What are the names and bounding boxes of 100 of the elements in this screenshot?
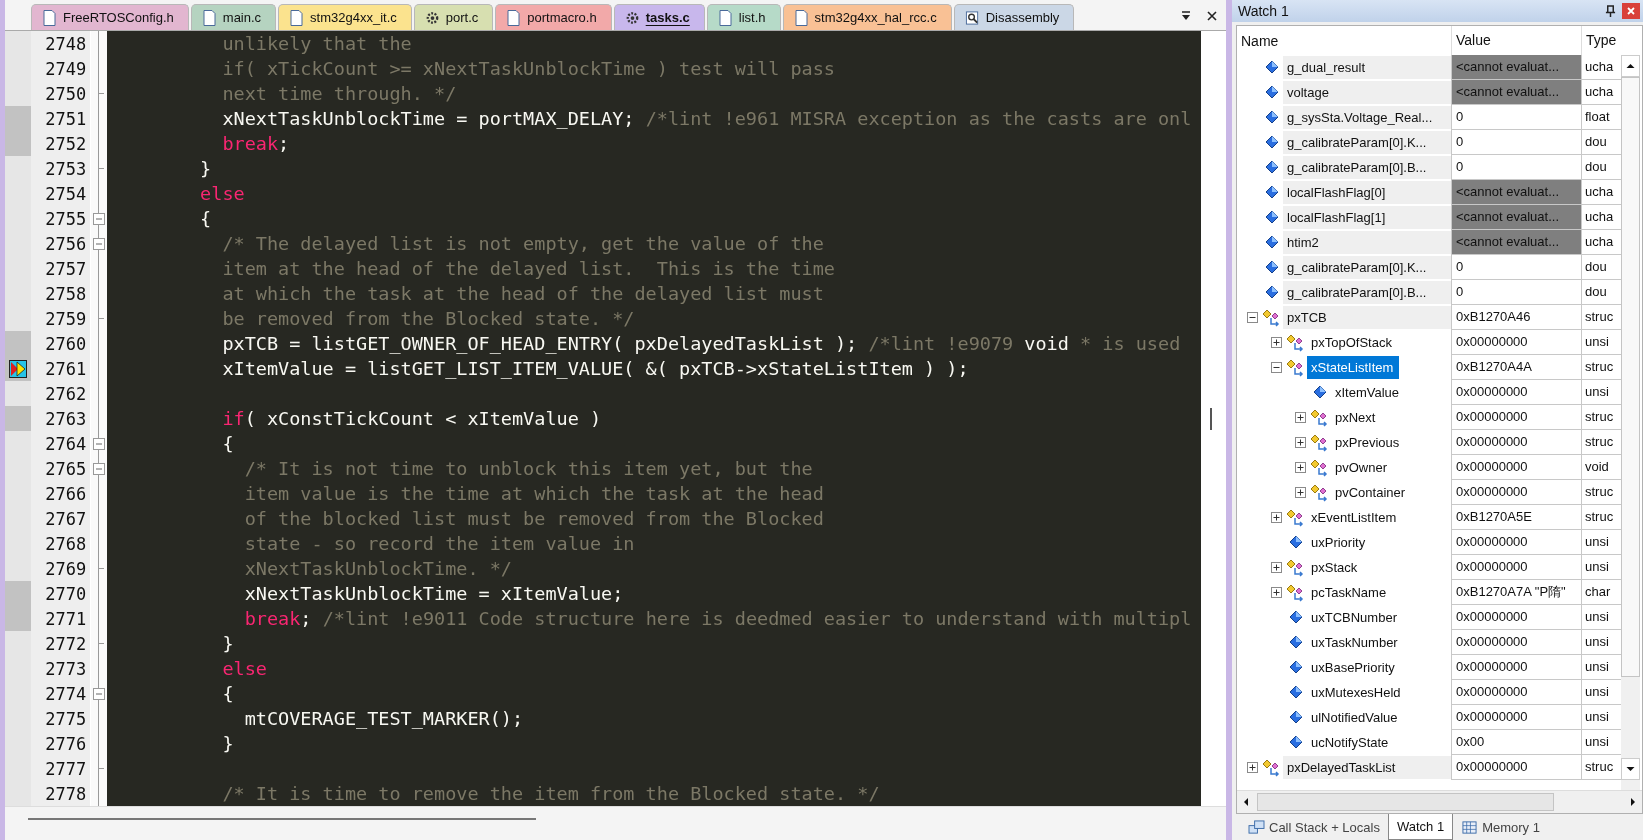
value-cell[interactable]: 0xB1270A7A "P隋" xyxy=(1451,580,1581,605)
pin-icon[interactable] xyxy=(1605,4,1616,18)
struct-icon xyxy=(1310,483,1330,502)
value-cell[interactable]: 0 xyxy=(1451,105,1581,130)
expand-icon[interactable] xyxy=(1295,462,1306,473)
variable-name[interactable]: uxBasePriority xyxy=(1307,656,1451,679)
expand-icon[interactable] xyxy=(1271,337,1282,348)
value-cell[interactable]: 0x00000000 xyxy=(1451,530,1581,555)
scroll-bar[interactable] xyxy=(5,806,1226,840)
panel-tab[interactable]: Memory 1 xyxy=(1453,814,1548,840)
code-line: be removed from the Blocked state. */ xyxy=(221,307,635,331)
value-cell[interactable]: 0x00 xyxy=(1451,730,1581,755)
variable-name[interactable]: pxTCB xyxy=(1283,306,1451,329)
line-number: 2763 xyxy=(44,408,88,429)
file-tab[interactable]: tasks.c xyxy=(613,4,705,30)
value-cell[interactable]: 0x00000000 xyxy=(1451,655,1581,680)
column-header[interactable]: Name xyxy=(1237,32,1451,49)
collapse-icon[interactable] xyxy=(1247,312,1258,323)
variable-name[interactable]: xStateListItem xyxy=(1307,356,1400,379)
variable-name[interactable]: localFlashFlag[0] xyxy=(1283,181,1451,204)
file-tab[interactable]: stm32g4xx_hal_rcc.c xyxy=(782,4,952,30)
variable-name[interactable]: pxStack xyxy=(1307,556,1451,579)
value-cell[interactable]: 0 xyxy=(1451,255,1581,280)
value-cell[interactable]: 0x00000000 xyxy=(1451,455,1581,480)
line-number: 2772 xyxy=(44,633,88,654)
value-cell[interactable]: 0x00000000 xyxy=(1451,555,1581,580)
variable-name[interactable]: pxNext xyxy=(1331,406,1451,429)
file-tab[interactable]: Disassembly xyxy=(953,4,1075,30)
scroll-up-icon[interactable] xyxy=(1621,55,1640,77)
expand-icon[interactable] xyxy=(1271,512,1282,523)
variable-name[interactable]: localFlashFlag[1] xyxy=(1283,206,1451,229)
expand-icon[interactable] xyxy=(1295,437,1306,448)
variable-name[interactable]: g_calibrateParam[0].K... xyxy=(1283,256,1451,279)
value-cell[interactable]: <cannot evaluat... xyxy=(1451,230,1581,255)
line-number: 2776 xyxy=(44,733,88,754)
variable-name[interactable]: ucNotifyState xyxy=(1307,731,1451,754)
panel-tab[interactable]: Call Stack + Locals xyxy=(1240,814,1388,840)
variable-name[interactable]: pvContainer xyxy=(1331,481,1451,504)
variable-name[interactable]: xEventListItem xyxy=(1307,506,1451,529)
value-cell[interactable]: 0x00000000 xyxy=(1451,330,1581,355)
value-cell[interactable]: <cannot evaluat... xyxy=(1451,205,1581,230)
expand-icon[interactable] xyxy=(1271,587,1282,598)
variable-name[interactable]: ulNotifiedValue xyxy=(1307,706,1451,729)
value-cell[interactable]: 0xB1270A5E xyxy=(1451,505,1581,530)
variable-name[interactable]: pcTaskName xyxy=(1307,581,1451,604)
variable-name[interactable]: g_sysSta.Voltage_Real... xyxy=(1283,106,1451,129)
value-cell[interactable]: 0x00000000 xyxy=(1451,480,1581,505)
file-tab[interactable]: port.c xyxy=(413,4,494,30)
file-tab[interactable]: list.h xyxy=(706,4,781,30)
dropdown-icon[interactable] xyxy=(1180,10,1192,22)
variable-name[interactable]: g_calibrateParam[0].B... xyxy=(1283,156,1451,179)
variable-name[interactable]: g_calibrateParam[0].K... xyxy=(1283,131,1451,154)
variable-name[interactable]: pxDelayedTaskList xyxy=(1283,756,1451,779)
expand-icon[interactable] xyxy=(1271,562,1282,573)
value-cell[interactable]: 0x00000000 xyxy=(1451,705,1581,730)
value-cell[interactable]: <cannot evaluat... xyxy=(1451,80,1581,105)
file-tab[interactable]: FreeRTOSConfig.h xyxy=(31,4,189,30)
variable-name[interactable]: g_dual_result xyxy=(1283,56,1451,79)
file-icon xyxy=(717,9,733,26)
close-icon[interactable] xyxy=(1206,10,1218,22)
variable-name[interactable]: uxTaskNumber xyxy=(1307,631,1451,654)
file-tab[interactable]: stm32g4xx_it.c xyxy=(278,4,412,30)
value-cell[interactable]: 0 xyxy=(1451,130,1581,155)
variable-name[interactable]: pvOwner xyxy=(1331,456,1451,479)
value-cell[interactable]: 0xB1270A46 xyxy=(1451,305,1581,330)
variable-name[interactable]: pxTopOfStack xyxy=(1307,331,1451,354)
column-header[interactable]: Type xyxy=(1581,26,1621,55)
variable-name[interactable]: uxMutexesHeld xyxy=(1307,681,1451,704)
value-cell[interactable]: 0x00000000 xyxy=(1451,630,1581,655)
line-number: 2775 xyxy=(44,708,88,729)
value-cell[interactable]: 0x00000000 xyxy=(1451,605,1581,630)
collapse-icon[interactable] xyxy=(1271,362,1282,373)
value-cell[interactable]: 0x00000000 xyxy=(1451,430,1581,455)
value-cell[interactable]: 0x00000000 xyxy=(1451,680,1581,705)
scroll-bar[interactable] xyxy=(1237,790,1642,813)
value-cell[interactable]: 0x00000000 xyxy=(1451,380,1581,405)
file-tab[interactable]: main.c xyxy=(190,4,277,30)
scroll-bar[interactable] xyxy=(1621,55,1640,790)
code-line: break; xyxy=(221,132,290,156)
scroll-down-icon[interactable] xyxy=(1621,758,1640,780)
value-cell[interactable]: <cannot evaluat... xyxy=(1451,55,1581,80)
variable-name[interactable]: uxTCBNumber xyxy=(1307,606,1451,629)
value-cell[interactable]: <cannot evaluat... xyxy=(1451,180,1581,205)
expand-icon[interactable] xyxy=(1247,762,1258,773)
value-cell[interactable]: 0x00000000 xyxy=(1451,755,1581,780)
value-cell[interactable]: 0xB1270A4A xyxy=(1451,355,1581,380)
expand-icon[interactable] xyxy=(1295,487,1306,498)
variable-name[interactable]: xItemValue xyxy=(1331,381,1451,404)
variable-name[interactable]: voltage xyxy=(1283,81,1451,104)
close-button[interactable] xyxy=(1622,3,1640,19)
struct-icon xyxy=(1286,358,1306,377)
panel-tab[interactable]: Watch 1 xyxy=(1387,814,1454,840)
file-tab[interactable]: portmacro.h xyxy=(495,4,612,30)
variable-name[interactable]: uxPriority xyxy=(1307,531,1451,554)
variable-name[interactable]: htim2 xyxy=(1283,231,1451,254)
value-cell[interactable]: 0 xyxy=(1451,280,1581,305)
variable-name[interactable]: pxPrevious xyxy=(1331,431,1451,454)
expand-icon[interactable] xyxy=(1295,412,1306,423)
value-cell[interactable]: 0x00000000 xyxy=(1451,405,1581,430)
variable-name[interactable]: g_calibrateParam[0].B... xyxy=(1283,281,1451,304)
